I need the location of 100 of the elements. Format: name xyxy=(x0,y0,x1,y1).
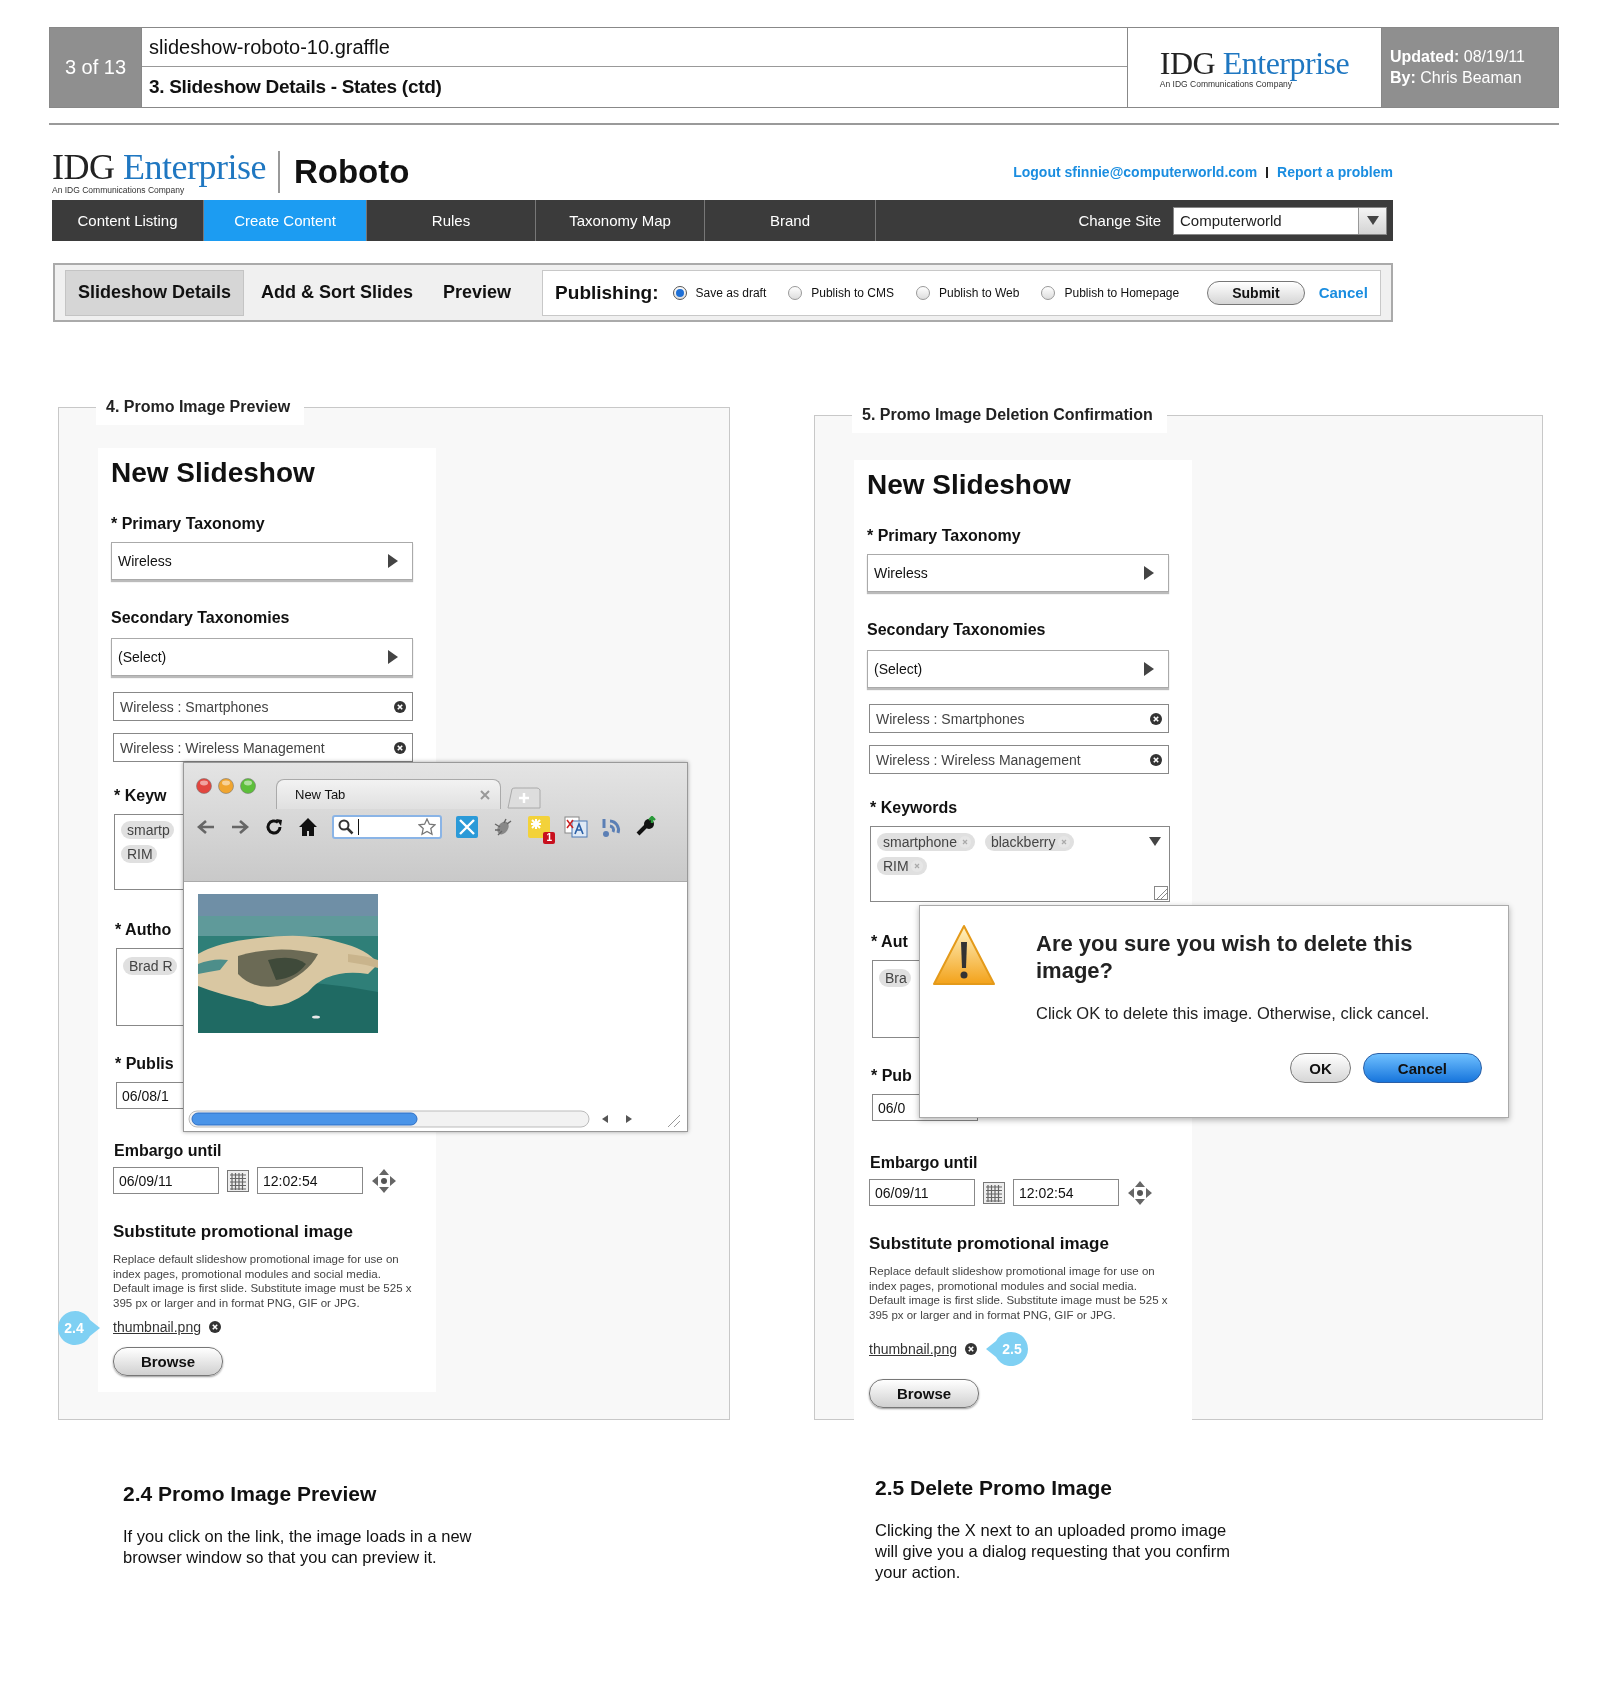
reload-icon[interactable] xyxy=(264,817,284,837)
wrench-icon[interactable] xyxy=(636,816,658,838)
taxonomy-text: Wireless : Wireless Management xyxy=(120,739,325,756)
logo-wordmark: IDG Enterprise xyxy=(1159,46,1350,79)
back-icon[interactable] xyxy=(196,818,216,836)
keyword-tag[interactable]: RIM xyxy=(877,857,927,875)
cancel-link[interactable]: Cancel xyxy=(1318,284,1368,301)
field-label: * Aut xyxy=(871,932,908,952)
caret-icon xyxy=(1144,566,1154,580)
form-title: New Slideshow xyxy=(867,468,1072,502)
move-arrows-icon[interactable] xyxy=(371,1167,397,1194)
taxonomy-text: Wireless : Smartphones xyxy=(876,710,1025,727)
bug-icon[interactable] xyxy=(492,816,514,838)
keyword-tag[interactable]: smartp xyxy=(121,821,174,839)
author-tag[interactable]: Bra xyxy=(879,969,911,987)
section-tab[interactable]: Slideshow Details xyxy=(65,269,245,316)
ok-button[interactable]: OK xyxy=(1290,1053,1351,1083)
field-label: * Publis xyxy=(115,1054,174,1074)
dropdown-icon[interactable] xyxy=(1149,837,1161,846)
nav-tab[interactable]: Brand xyxy=(705,200,876,241)
field-label: * Keywords xyxy=(870,798,958,818)
taxonomy-text: Wireless : Wireless Management xyxy=(876,751,1081,768)
updated-date: Updated: 08/19/11 xyxy=(1390,48,1526,66)
taxonomy-select[interactable]: Wireless xyxy=(867,554,1169,592)
time-field[interactable]: 12:02:54 xyxy=(257,1167,363,1194)
section-tab[interactable]: Add & Sort Slides xyxy=(248,269,427,316)
browser-tab[interactable]: New Tab xyxy=(276,779,501,809)
nav-tab[interactable]: Taxonomy Map xyxy=(536,200,705,241)
page-title: 3. Slideshow Details - States (ctd) xyxy=(148,75,443,99)
field-label: * Primary Taxonomy xyxy=(867,526,1021,546)
file-name: slideshow-roboto-10.graffle xyxy=(142,28,1127,67)
remove-icon[interactable] xyxy=(964,1343,977,1355)
taxonomy-select[interactable]: Wireless xyxy=(111,542,413,580)
dialog-title: Are you sure you wish to delete this image? xyxy=(1036,930,1414,984)
section-heading: Substitute promotional image xyxy=(869,1234,1109,1254)
help-text: Replace default slideshow promotional image for use on index pages, promotional modules and social media. Default image is first slide. Substitute image must be 525 x 395 px or larger and in format PNG, GIF or JPG. xyxy=(869,1264,1169,1322)
cancel-button[interactable]: Cancel xyxy=(1362,1053,1482,1083)
extension-icon[interactable] xyxy=(456,816,478,838)
forward-icon[interactable] xyxy=(230,818,250,836)
submit-button[interactable]: Submit xyxy=(1207,280,1305,305)
browse-button[interactable]: Browse xyxy=(869,1379,979,1408)
address-field[interactable] xyxy=(332,815,442,839)
author-tag[interactable]: Brad R xyxy=(123,957,177,975)
search-icon xyxy=(338,819,354,835)
feed-icon[interactable] xyxy=(602,816,622,838)
field-label: Embargo until xyxy=(114,1141,222,1161)
keyword-tag[interactable]: smartphone xyxy=(877,833,975,851)
radio-button[interactable] xyxy=(788,285,803,300)
site-select[interactable]: Computerworld xyxy=(1173,206,1387,235)
move-arrows-icon[interactable] xyxy=(1127,1179,1153,1206)
close-button[interactable] xyxy=(196,778,212,794)
time-field[interactable]: 12:02:54 xyxy=(1013,1179,1119,1206)
date-field[interactable]: 06/09/11 xyxy=(113,1167,219,1194)
resize-grip-icon[interactable] xyxy=(1154,886,1168,900)
radio-label: Publish to CMS xyxy=(811,285,894,300)
maximize-button[interactable] xyxy=(240,778,256,794)
calendar-icon[interactable] xyxy=(983,1181,1005,1204)
field-label: Secondary Taxonomies xyxy=(867,620,1046,640)
home-icon[interactable] xyxy=(298,817,318,837)
close-icon[interactable] xyxy=(480,789,490,800)
taxonomy-select[interactable]: (Select) xyxy=(111,638,413,676)
radio-button[interactable] xyxy=(915,285,930,300)
form-title: New Slideshow xyxy=(111,456,316,490)
page-number: 3 of 13 xyxy=(50,28,141,107)
app-name: Roboto xyxy=(293,153,410,191)
note-title: 2.5 Delete Promo Image xyxy=(875,1476,1113,1500)
header-link[interactable]: Logout sfinnie@computerworld.com xyxy=(1013,164,1258,180)
radio-button[interactable] xyxy=(1041,285,1056,300)
publishing-label: Publishing: xyxy=(555,281,659,304)
file-link[interactable]: thumbnail.png xyxy=(869,1341,957,1357)
header-link[interactable]: Report a problem xyxy=(1277,164,1393,180)
calendar-icon[interactable] xyxy=(227,1169,249,1192)
dialog-message: Click OK to delete this image. Otherwise, click cancel. xyxy=(1036,1004,1431,1023)
remove-icon[interactable] xyxy=(394,741,406,754)
file-link[interactable]: thumbnail.png xyxy=(113,1319,201,1335)
logo-tagline: An IDG Communications Company xyxy=(52,185,185,195)
dropdown-icon xyxy=(1366,216,1379,225)
callout-badge: 2.4 xyxy=(55,1310,101,1346)
field-label: * Primary Taxonomy xyxy=(111,514,265,534)
help-text: Replace default slideshow promotional image for use on index pages, promotional modules and social media. Default image is first slide. Substitute image must be 525 x 395 px or larger and in format PNG, GIF or JPG. xyxy=(113,1252,413,1310)
taxonomy-select[interactable]: (Select) xyxy=(867,650,1169,688)
translate-icon[interactable] xyxy=(564,816,588,838)
remove-icon[interactable] xyxy=(1150,712,1162,725)
keyword-tag[interactable]: RIM xyxy=(121,845,157,863)
radio-button[interactable] xyxy=(672,285,687,300)
remove-icon[interactable] xyxy=(1150,753,1162,766)
horizontal-scrollbar[interactable] xyxy=(188,1109,683,1129)
notification-badge: 1 xyxy=(543,832,555,844)
remove-icon[interactable] xyxy=(208,1321,221,1333)
star-icon[interactable] xyxy=(418,818,436,836)
browse-button[interactable]: Browse xyxy=(113,1347,223,1376)
keyword-tag[interactable]: blackberry xyxy=(984,833,1074,851)
radio-label: Publish to Homepage xyxy=(1064,285,1180,300)
date-field[interactable]: 06/09/11 xyxy=(869,1179,975,1206)
section-tab[interactable]: Preview xyxy=(430,269,525,316)
keywords-field[interactable]: smartphone blackberry RIM xyxy=(870,826,1170,902)
nav-tab[interactable]: Rules xyxy=(367,200,536,241)
caret-icon xyxy=(388,650,398,664)
remove-icon[interactable] xyxy=(394,700,406,713)
author-name: By: Chris Beaman xyxy=(1390,69,1523,87)
